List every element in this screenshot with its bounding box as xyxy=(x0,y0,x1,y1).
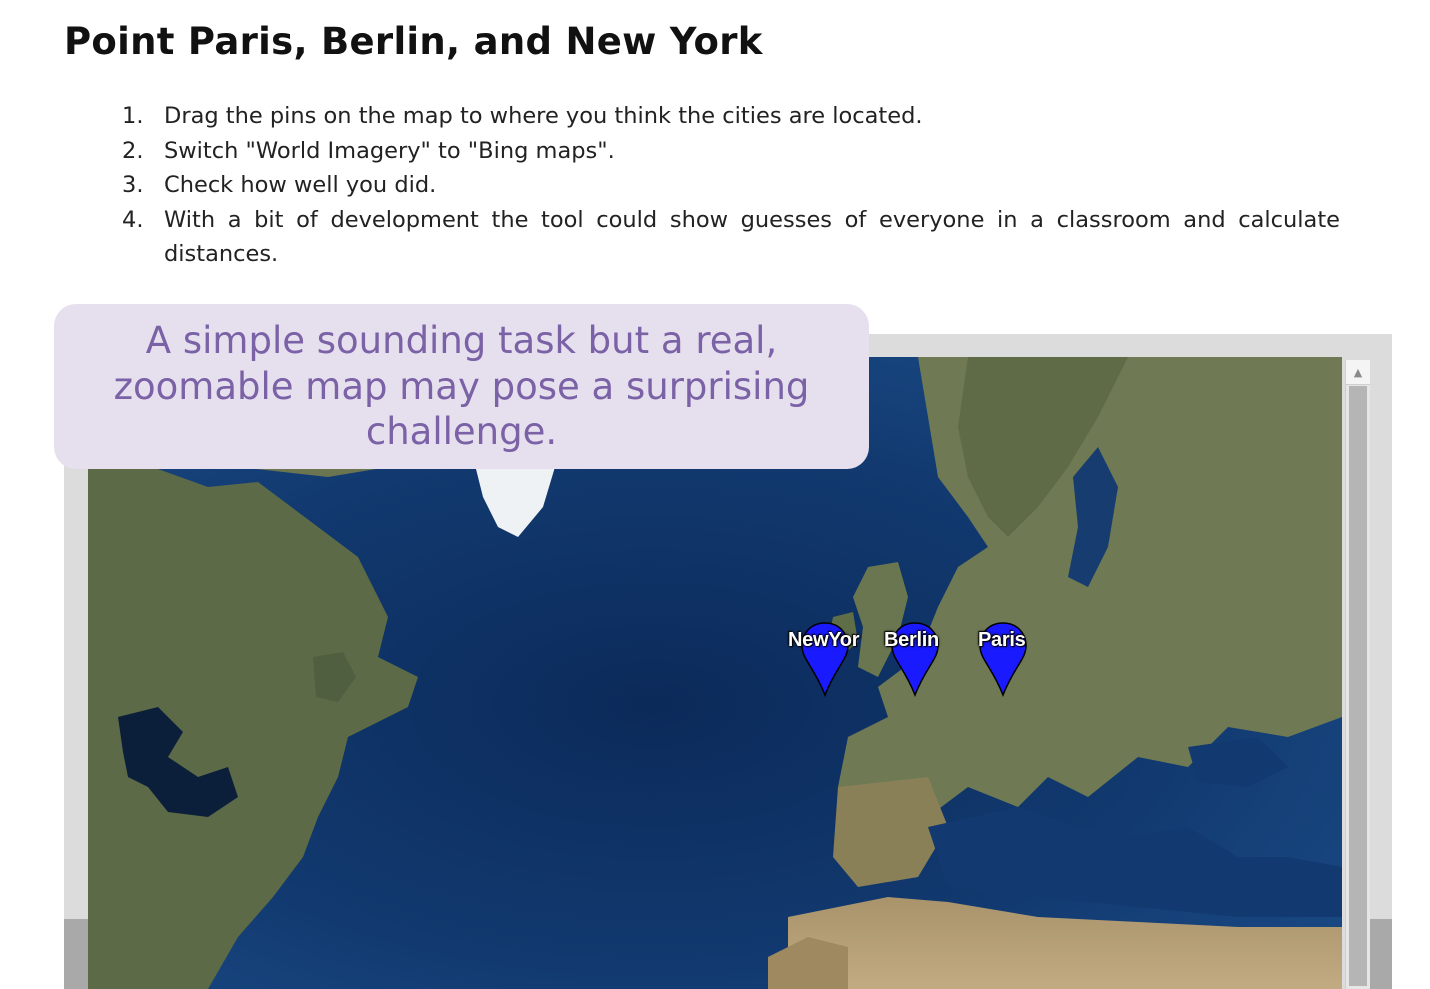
callout-note: A simple sounding task but a real, zooma… xyxy=(54,304,869,469)
instruction-number: 3. xyxy=(122,172,144,198)
instruction-item: 4. With a bit of development the tool cou… xyxy=(118,203,1340,272)
instruction-text: Check how well you did. xyxy=(164,172,437,198)
page-title: Point Paris, Berlin, and New York xyxy=(64,20,763,63)
instruction-number: 1. xyxy=(122,103,144,129)
pin-label-newyork: NewYor xyxy=(788,629,860,651)
instruction-item: 2. Switch "World Imagery" to "Bing maps". xyxy=(118,134,1340,169)
map-scrollbar[interactable]: ▲ xyxy=(1345,360,1370,989)
instruction-text: Drag the pins on the map to where you th… xyxy=(164,103,923,129)
pin-label-paris: Paris xyxy=(978,629,1026,651)
instruction-text: With a bit of development the tool could… xyxy=(164,206,1340,268)
pin-label-berlin: Berlin xyxy=(884,629,939,651)
instruction-text: Switch "World Imagery" to "Bing maps". xyxy=(164,137,615,164)
instruction-number: 2. xyxy=(122,137,144,164)
callout-text: A simple sounding task but a real, zooma… xyxy=(113,319,810,454)
instruction-item: 3. Check how well you did. xyxy=(118,168,1340,203)
frame-edge-left xyxy=(64,919,88,989)
scroll-up-arrow-icon[interactable]: ▲ xyxy=(1346,360,1370,385)
instructions-list: 1. Drag the pins on the map to where you … xyxy=(118,99,1340,272)
scroll-thumb[interactable] xyxy=(1349,386,1367,986)
instruction-item: 1. Drag the pins on the map to where you … xyxy=(118,99,1340,134)
instruction-number: 4. xyxy=(122,206,144,233)
frame-edge-right xyxy=(1368,919,1392,989)
